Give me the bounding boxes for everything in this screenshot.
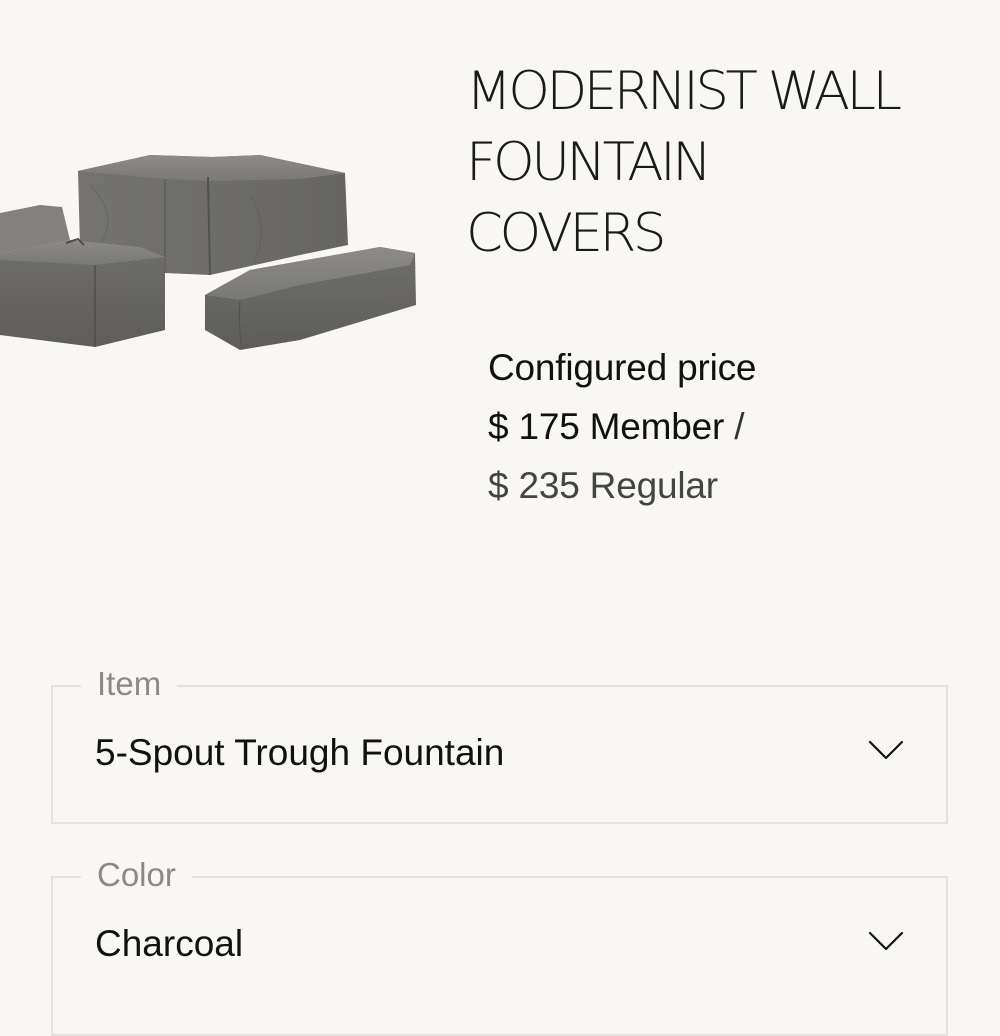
- price-separator: /: [734, 406, 745, 447]
- product-title: MODERNIST WALL FOUNTAIN COVERS: [466, 56, 986, 269]
- item-select-label: Item: [81, 664, 178, 704]
- price-block: Configured price $ 175 Member / $ 235 Re…: [488, 338, 988, 515]
- product-image: [0, 135, 430, 370]
- product-title-line-1: MODERNIST WALL: [466, 61, 902, 122]
- regular-price: $ 235 Regular: [488, 465, 718, 506]
- chevron-down-icon: [868, 931, 904, 951]
- color-select-label: Color: [81, 855, 192, 895]
- chevron-down-icon: [868, 740, 904, 760]
- item-select-value: 5-Spout Trough Fountain: [95, 732, 505, 773]
- member-price: $ 175 Member: [488, 406, 725, 447]
- color-select-value: Charcoal: [95, 923, 244, 964]
- color-select[interactable]: Color Charcoal: [51, 855, 948, 1036]
- product-title-line-3: COVERS: [466, 203, 667, 264]
- member-price-line: $ 175 Member /: [488, 397, 988, 456]
- configured-price-label: Configured price: [488, 347, 757, 388]
- product-title-line-2: FOUNTAIN: [466, 132, 712, 193]
- item-select[interactable]: Item 5-Spout Trough Fountain: [51, 664, 948, 824]
